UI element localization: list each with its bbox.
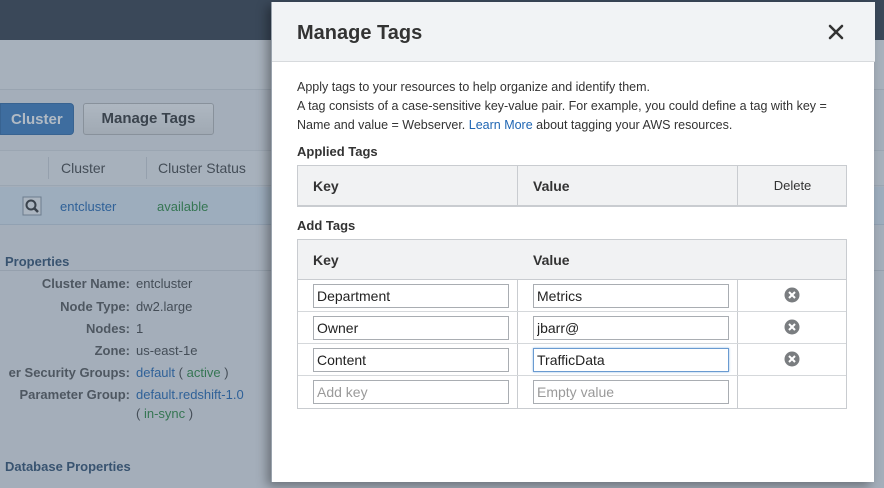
remove-tag-icon[interactable] xyxy=(784,351,800,367)
applied-key-header: Key xyxy=(313,178,339,194)
description-line-1: Apply tags to your resources to help org… xyxy=(297,80,650,94)
tag-row xyxy=(298,280,846,312)
description-line-2: A tag consists of a case-sensitive key-v… xyxy=(297,97,857,135)
add-value-header: Value xyxy=(533,252,570,268)
applied-tags-header-row: Key Value Delete xyxy=(298,166,846,206)
tag-value-input[interactable] xyxy=(533,348,729,372)
close-icon[interactable] xyxy=(824,20,848,44)
dialog-header: Manage Tags xyxy=(272,2,875,62)
applied-delete-header: Delete xyxy=(773,178,812,193)
tag-key-input[interactable] xyxy=(313,284,509,308)
learn-more-link[interactable]: Learn More xyxy=(469,118,533,132)
tag-row xyxy=(298,344,846,376)
new-tag-key-input[interactable] xyxy=(313,380,509,404)
add-tags-table: Key Value xyxy=(297,239,847,409)
column-divider xyxy=(517,166,518,205)
remove-tag-icon[interactable] xyxy=(784,287,800,303)
applied-value-header: Value xyxy=(533,178,570,194)
tag-value-input[interactable] xyxy=(533,316,729,340)
remove-tag-icon[interactable] xyxy=(784,319,800,335)
new-tag-row xyxy=(298,376,846,408)
applied-tags-table: Key Value Delete xyxy=(297,165,847,207)
tag-row xyxy=(298,312,846,344)
new-tag-value-input[interactable] xyxy=(533,380,729,404)
add-tags-label: Add Tags xyxy=(297,218,356,233)
dialog-description: Apply tags to your resources to help org… xyxy=(297,78,857,135)
add-tags-header-row: Key Value xyxy=(298,240,846,280)
tag-key-input[interactable] xyxy=(313,348,509,372)
description-text-end: about tagging your AWS resources. xyxy=(536,118,733,132)
applied-tags-label: Applied Tags xyxy=(297,144,378,159)
add-key-header: Key xyxy=(313,252,339,268)
dialog-title: Manage Tags xyxy=(297,22,423,44)
tag-value-input[interactable] xyxy=(533,284,729,308)
manage-tags-dialog: Manage Tags Apply tags to your resources… xyxy=(271,2,875,482)
tag-key-input[interactable] xyxy=(313,316,509,340)
